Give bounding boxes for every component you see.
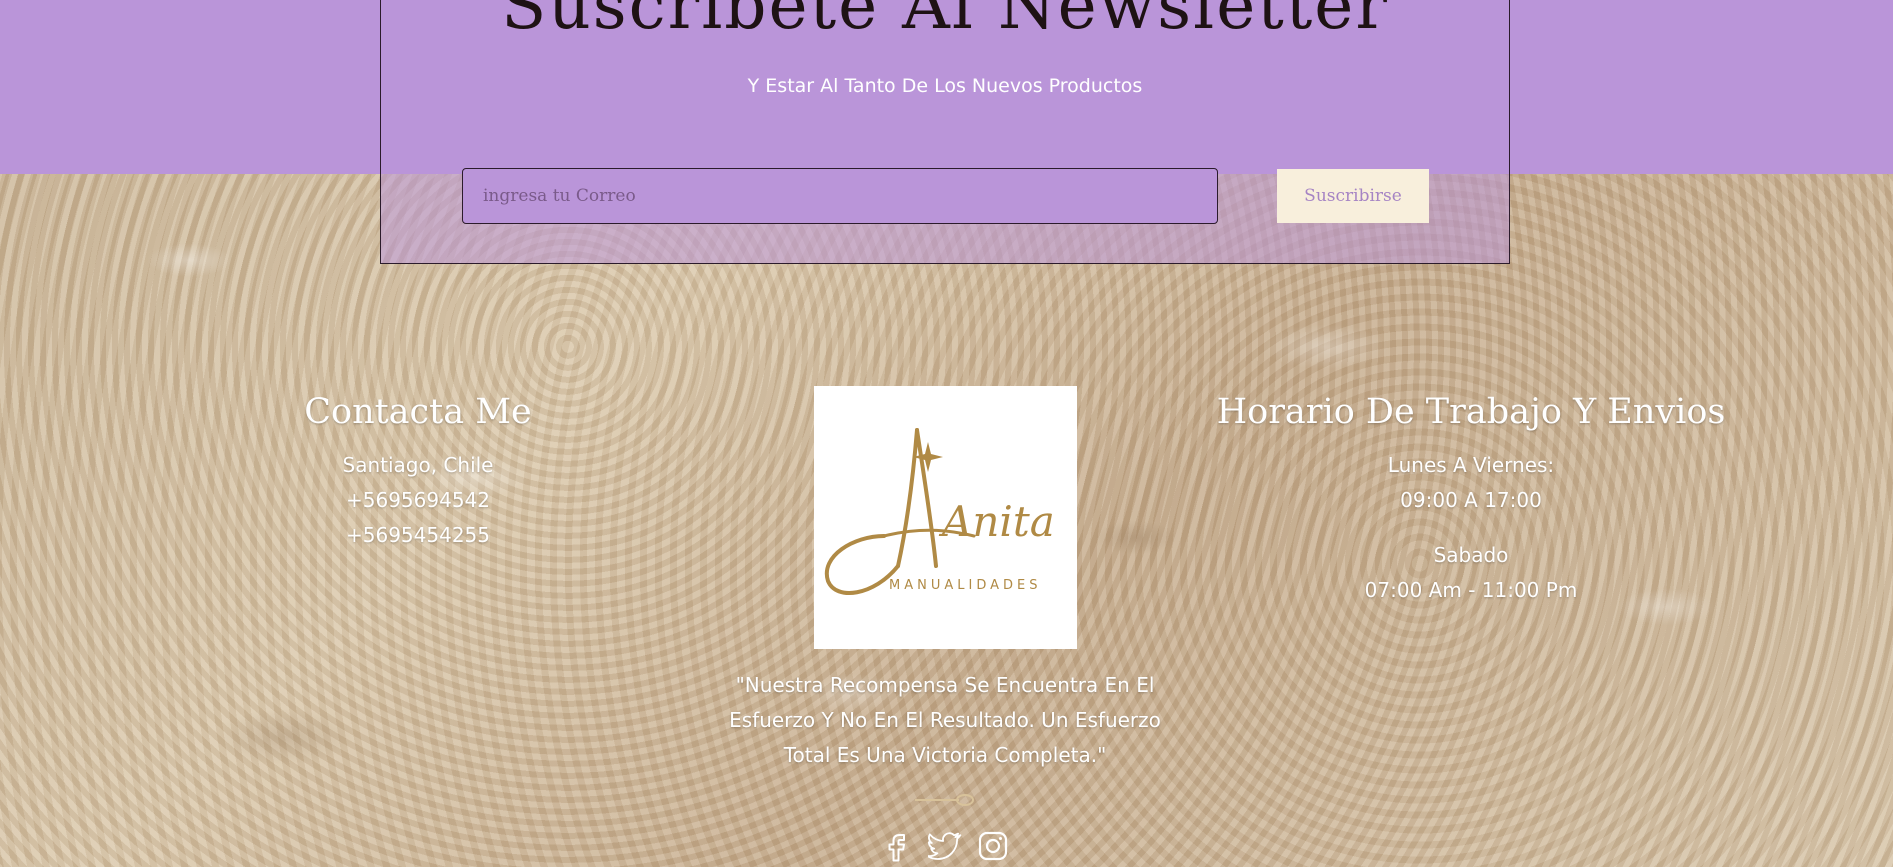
newsletter-section: Suscribete Al Newsletter Y Estar Al Tant… (380, 0, 1510, 264)
contact-phone-2[interactable]: +5695454255 (270, 518, 566, 553)
anita-logo-mark: Anita MANUALIDADES (824, 428, 1055, 595)
email-input[interactable] (462, 168, 1218, 224)
twitter-icon[interactable] (926, 829, 962, 863)
social-links (880, 828, 1010, 864)
svg-text:Anita: Anita (938, 497, 1055, 546)
hours-column: Horario De Trabajo Y Envios Lunes A Vier… (1210, 392, 1732, 608)
weekday-label: Lunes A Viernes: (1387, 453, 1555, 477)
ornament-divider (915, 794, 974, 806)
quote-line-3: Total Es Una Victoria Completa." (783, 743, 1107, 767)
quote-line-2: Esfuerzo Y No En El Resultado. Un Esfuer… (729, 708, 1161, 732)
newsletter-title: Suscribete Al Newsletter (501, 0, 1389, 44)
newsletter-subtitle: Y Estar Al Tanto De Los Nuevos Productos (747, 75, 1143, 97)
contact-heading: Contacta Me (304, 392, 532, 432)
contact-city: Santiago, Chile (342, 453, 494, 477)
saturday-label: Sabado (1433, 543, 1509, 567)
instagram-icon[interactable] (976, 829, 1010, 863)
quote-block: "Nuestra Recompensa Se Encuentra En El E… (700, 668, 1190, 773)
facebook-icon[interactable] (880, 829, 914, 863)
subscribe-button[interactable]: Suscribirse (1277, 169, 1429, 223)
contact-column: Contacta Me Santiago, Chile +5695694542 … (270, 392, 566, 553)
saturday-time: 07:00 Am - 11:00 Pm (1364, 578, 1578, 602)
svg-text:MANUALIDADES: MANUALIDADES (889, 578, 1041, 593)
weekday-time: 09:00 A 17:00 (1400, 488, 1542, 512)
hours-heading: Horario De Trabajo Y Envios (1216, 392, 1726, 432)
brand-logo: Anita MANUALIDADES (814, 386, 1077, 649)
contact-phone-1[interactable]: +5695694542 (270, 483, 566, 518)
quote-line-1: "Nuestra Recompensa Se Encuentra En El (735, 673, 1155, 697)
